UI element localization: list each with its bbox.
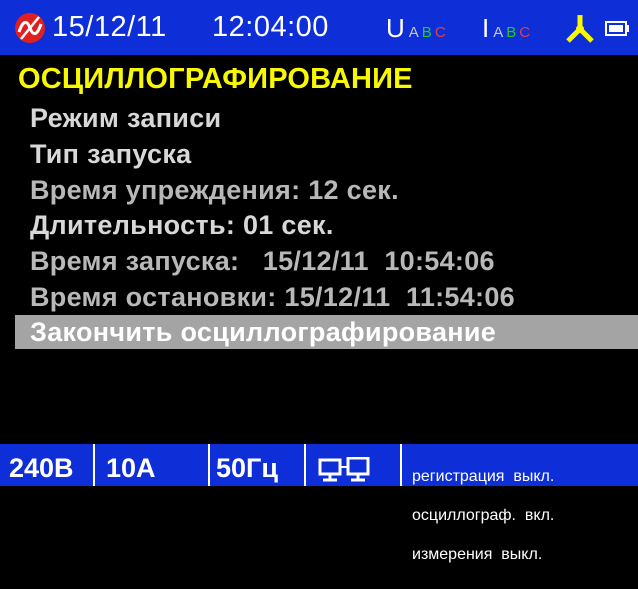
star-connection-icon — [566, 15, 594, 43]
menu-item-pretrigger-time[interactable]: Время упреждения: 12 сек. — [30, 173, 399, 207]
phase-c-label: C — [519, 24, 534, 41]
divider — [304, 444, 306, 486]
phase-c-label: C — [434, 24, 449, 41]
menu-item-start-time[interactable]: Время запуска: 15/12/11 10:54:06 — [30, 244, 495, 278]
oscillograph-status: осциллограф. вкл. — [412, 507, 555, 524]
frequency-value: 50Гц — [216, 453, 278, 483]
voltage-value: 240В — [9, 453, 74, 483]
divider — [93, 444, 95, 486]
registration-status: регистрация выкл. — [412, 468, 555, 485]
menu-item-trigger-type[interactable]: Тип запуска — [30, 137, 191, 171]
phase-a-label: A — [408, 24, 422, 41]
phase-a-label: A — [493, 24, 507, 41]
time-display: 12:04:00 — [212, 11, 329, 43]
date-display: 15/12/11 — [52, 11, 167, 43]
voltage-label: U — [386, 13, 405, 43]
menu-item-stop-time[interactable]: Время остановки: 15/12/11 11:54:06 — [30, 280, 515, 314]
top-status-bar: 15/12/11 12:04:00 U ABC I ABC — [0, 0, 638, 55]
main-menu-panel: ОСЦИЛЛОГРАФИРОВАНИЕ Режим записи Тип зап… — [0, 55, 638, 444]
current-label: I — [482, 13, 490, 43]
computer-connection-icon — [318, 457, 370, 482]
divider — [400, 444, 402, 486]
bottom-status-bar: 240В 10А 50Гц регистрация выкл. осциллог… — [0, 444, 638, 563]
divider — [208, 444, 210, 486]
measurement-status: измерения выкл. — [412, 546, 543, 563]
voltage-phase-indicator: U ABC — [386, 12, 449, 49]
menu-item-duration[interactable]: Длительность: 01 сек. — [30, 208, 334, 242]
current-phase-indicator: I ABC — [482, 12, 533, 49]
battery-icon — [605, 21, 629, 36]
page-title: ОСЦИЛЛОГРАФИРОВАНИЕ — [18, 63, 413, 95]
phase-b-label: B — [421, 24, 435, 41]
menu-item-recording-mode[interactable]: Режим записи — [30, 101, 221, 135]
mode-status-panel: регистрация выкл. осциллограф. вкл. изме… — [412, 444, 638, 563]
menu-item-finish-oscillography[interactable]: Закончить осциллографирование — [15, 315, 638, 349]
phase-b-label: B — [506, 24, 520, 41]
current-value: 10А — [106, 453, 156, 483]
logo-icon — [15, 13, 45, 43]
